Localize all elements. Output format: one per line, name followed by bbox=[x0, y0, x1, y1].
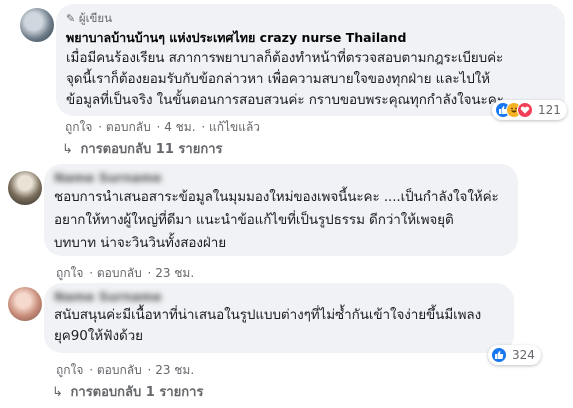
comment-author[interactable]: พยาบาลบ้านบ้านๆ แห่งประเทศไทย crazy nurs… bbox=[66, 28, 406, 48]
reply-arrow-icon: ↳ bbox=[52, 385, 63, 400]
reaction-count: 324 bbox=[512, 348, 535, 362]
reaction-count: 121 bbox=[538, 103, 561, 117]
comment-bubble: Name Surname ชอบการนำเสนอสาระข้อมูลในมุม… bbox=[44, 164, 518, 256]
comment-bubble: Name Surname สนับสนุนค่ะมีเนื้อหาที่น่าเ… bbox=[44, 283, 514, 353]
author-badge: ✎ ผู้เขียน bbox=[66, 11, 113, 25]
comment-actions: ถูกใจ · ตอบกลับ · 23 ชม. bbox=[56, 266, 195, 280]
reaction-summary[interactable]: 324 bbox=[488, 345, 541, 365]
comment-text: เมื่อมีคนร้องเรียน สภาการพยาบาลก็ต้องทำห… bbox=[66, 50, 504, 108]
comment-actions: ถูกใจ · ตอบกลับ · 23 ชม. bbox=[56, 363, 195, 377]
like-link[interactable]: ถูกใจ bbox=[56, 363, 83, 377]
comment-author[interactable]: Name Surname bbox=[54, 289, 162, 304]
edited-label[interactable]: แก้ไขแล้ว bbox=[209, 120, 260, 134]
commenter-avatar[interactable] bbox=[8, 171, 42, 205]
reply-link[interactable]: ตอบกลับ bbox=[97, 363, 142, 377]
reply-link[interactable]: ตอบกลับ bbox=[97, 266, 142, 280]
reply-arrow-icon: ↳ bbox=[62, 142, 73, 157]
commenter-avatar[interactable] bbox=[8, 287, 42, 321]
admin-badge-icon: ✎ bbox=[66, 12, 76, 25]
comment-bubble: ✎ ผู้เขียน พยาบาลบ้านบ้านๆ แห่งประเทศไทย… bbox=[56, 4, 565, 116]
comment-author[interactable]: Name Surname bbox=[54, 170, 162, 185]
view-replies-link[interactable]: ↳ การตอบกลับ 1 รายการ bbox=[52, 381, 203, 402]
comment-actions: ถูกใจ · ตอบกลับ · 4 ชม. · แก้ไขแล้ว bbox=[65, 120, 261, 134]
like-reaction-icon bbox=[491, 347, 507, 363]
comment-time[interactable]: 23 ชม. bbox=[155, 266, 194, 280]
like-link[interactable]: ถูกใจ bbox=[65, 120, 92, 134]
like-link[interactable]: ถูกใจ bbox=[56, 266, 83, 280]
love-reaction-icon bbox=[517, 102, 533, 118]
comment-text: ชอบการนำเสนอสาระข้อมูลในมุมมองใหม่ของเพจ… bbox=[54, 189, 499, 251]
comment-time[interactable]: 23 ชม. bbox=[155, 363, 194, 377]
view-replies-link[interactable]: ↳ การตอบกลับ 11 รายการ bbox=[62, 138, 222, 159]
comment-time[interactable]: 4 ชม. bbox=[164, 120, 195, 134]
comment-text: สนับสนุนค่ะมีเนื้อหาที่น่าเสนอในรูปแบบต่… bbox=[54, 307, 482, 344]
author-avatar[interactable] bbox=[20, 8, 54, 42]
reaction-summary[interactable]: 121 bbox=[492, 100, 567, 120]
reply-link[interactable]: ตอบกลับ bbox=[106, 120, 151, 134]
